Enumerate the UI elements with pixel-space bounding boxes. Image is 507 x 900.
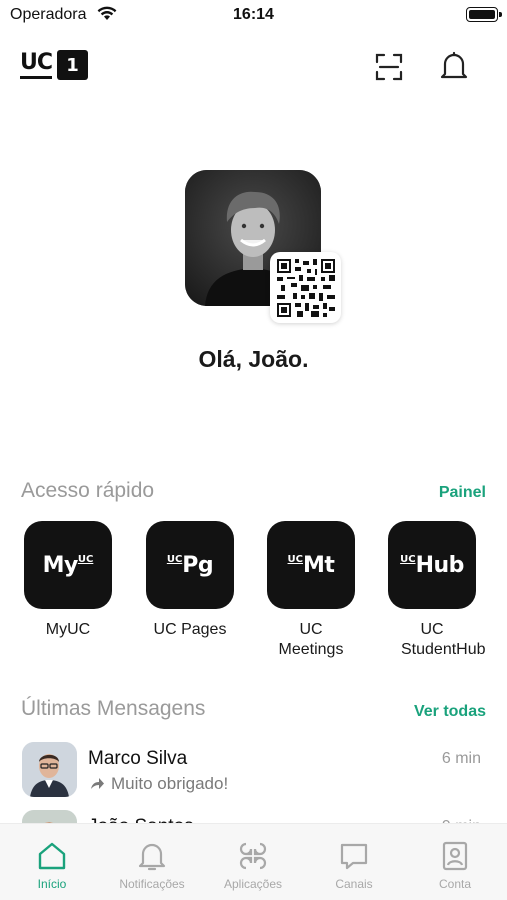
tab-label: Canais: [335, 877, 373, 891]
message-time: 6 min: [441, 750, 481, 767]
bell-icon: [138, 843, 166, 871]
tile-sup-text: UC: [287, 553, 304, 565]
greeting-text: Olá, João.: [198, 346, 309, 372]
apps-icon: [239, 842, 267, 870]
tile-sup-text: UC: [400, 553, 416, 565]
message-row[interactable]: Marco Silva 6 min Muito obrigado!: [0, 742, 507, 802]
app-label: UC Pages: [153, 621, 227, 638]
tile-sup-text: UC: [166, 553, 183, 565]
tile-main-text: Mt: [303, 552, 335, 578]
tab-label: Aplicações: [223, 877, 283, 891]
messages-title: Últimas Mensagens: [21, 697, 206, 720]
tile-sup-text: UC: [77, 553, 94, 565]
app-label: UC Meetings: [278, 621, 344, 658]
tile-main-text: Pg: [182, 552, 214, 578]
uc-logo: UC 1: [20, 49, 89, 81]
app-label: MyUC: [45, 621, 91, 638]
quick-access-title: Acesso rápido: [21, 479, 155, 502]
bottom-tab-bar: Início Notificações Aplicações Canais Co…: [0, 823, 507, 900]
avatar: [22, 742, 77, 797]
tile-main-text: My: [42, 552, 79, 578]
ver-todas-link[interactable]: Ver todas: [414, 703, 486, 721]
reply-arrow-icon: [91, 778, 104, 789]
tab-inicio[interactable]: Início: [2, 824, 102, 900]
logo-number: 1: [57, 50, 89, 80]
tab-label: Conta: [438, 877, 472, 891]
notifications-bell-icon[interactable]: [439, 50, 469, 82]
scan-qr-icon[interactable]: [374, 52, 404, 82]
tab-conta[interactable]: Conta: [405, 824, 505, 900]
status-bar: Operadora 16:14: [0, 0, 507, 30]
sender-name: Marco Silva: [88, 748, 188, 769]
app-header: UC 1: [0, 40, 507, 94]
quick-app-uc-studenthub[interactable]: UC Hub UC StudentHub: [387, 521, 486, 660]
tile-main-text: Hub: [415, 552, 465, 578]
uc-studenthub-app-icon[interactable]: UC Hub: [388, 521, 476, 609]
profile-qr-code[interactable]: [270, 252, 341, 323]
home-icon: [38, 842, 66, 870]
tab-label: Notificações: [119, 877, 185, 891]
tab-canais[interactable]: Canais: [304, 824, 404, 900]
account-icon: [442, 841, 468, 871]
painel-link[interactable]: Painel: [439, 484, 486, 502]
quick-app-uc-pages[interactable]: UC Pg UC Pages: [145, 521, 235, 640]
chat-icon: [340, 843, 368, 870]
app-label: UC StudentHub: [401, 621, 486, 658]
quick-app-myuc[interactable]: My UC MyUC: [23, 521, 113, 640]
battery-icon: [466, 7, 502, 22]
qr-code-icon: [276, 258, 335, 317]
uc-pages-app-icon[interactable]: UC Pg: [146, 521, 234, 609]
message-preview: Muito obrigado!: [89, 774, 228, 794]
clock: 16:14: [233, 6, 274, 23]
preview-text: Muito obrigado!: [111, 774, 229, 793]
logo-text: UC: [20, 51, 53, 79]
myuc-app-icon[interactable]: My UC: [24, 521, 112, 609]
uc-meetings-app-icon[interactable]: UC Mt: [267, 521, 355, 609]
tab-label: Início: [37, 877, 67, 891]
tab-aplicacoes[interactable]: Aplicações: [203, 824, 303, 900]
tab-notificacoes[interactable]: Notificações: [102, 824, 202, 900]
quick-app-uc-meetings[interactable]: UC Mt UC Meetings: [266, 521, 356, 660]
